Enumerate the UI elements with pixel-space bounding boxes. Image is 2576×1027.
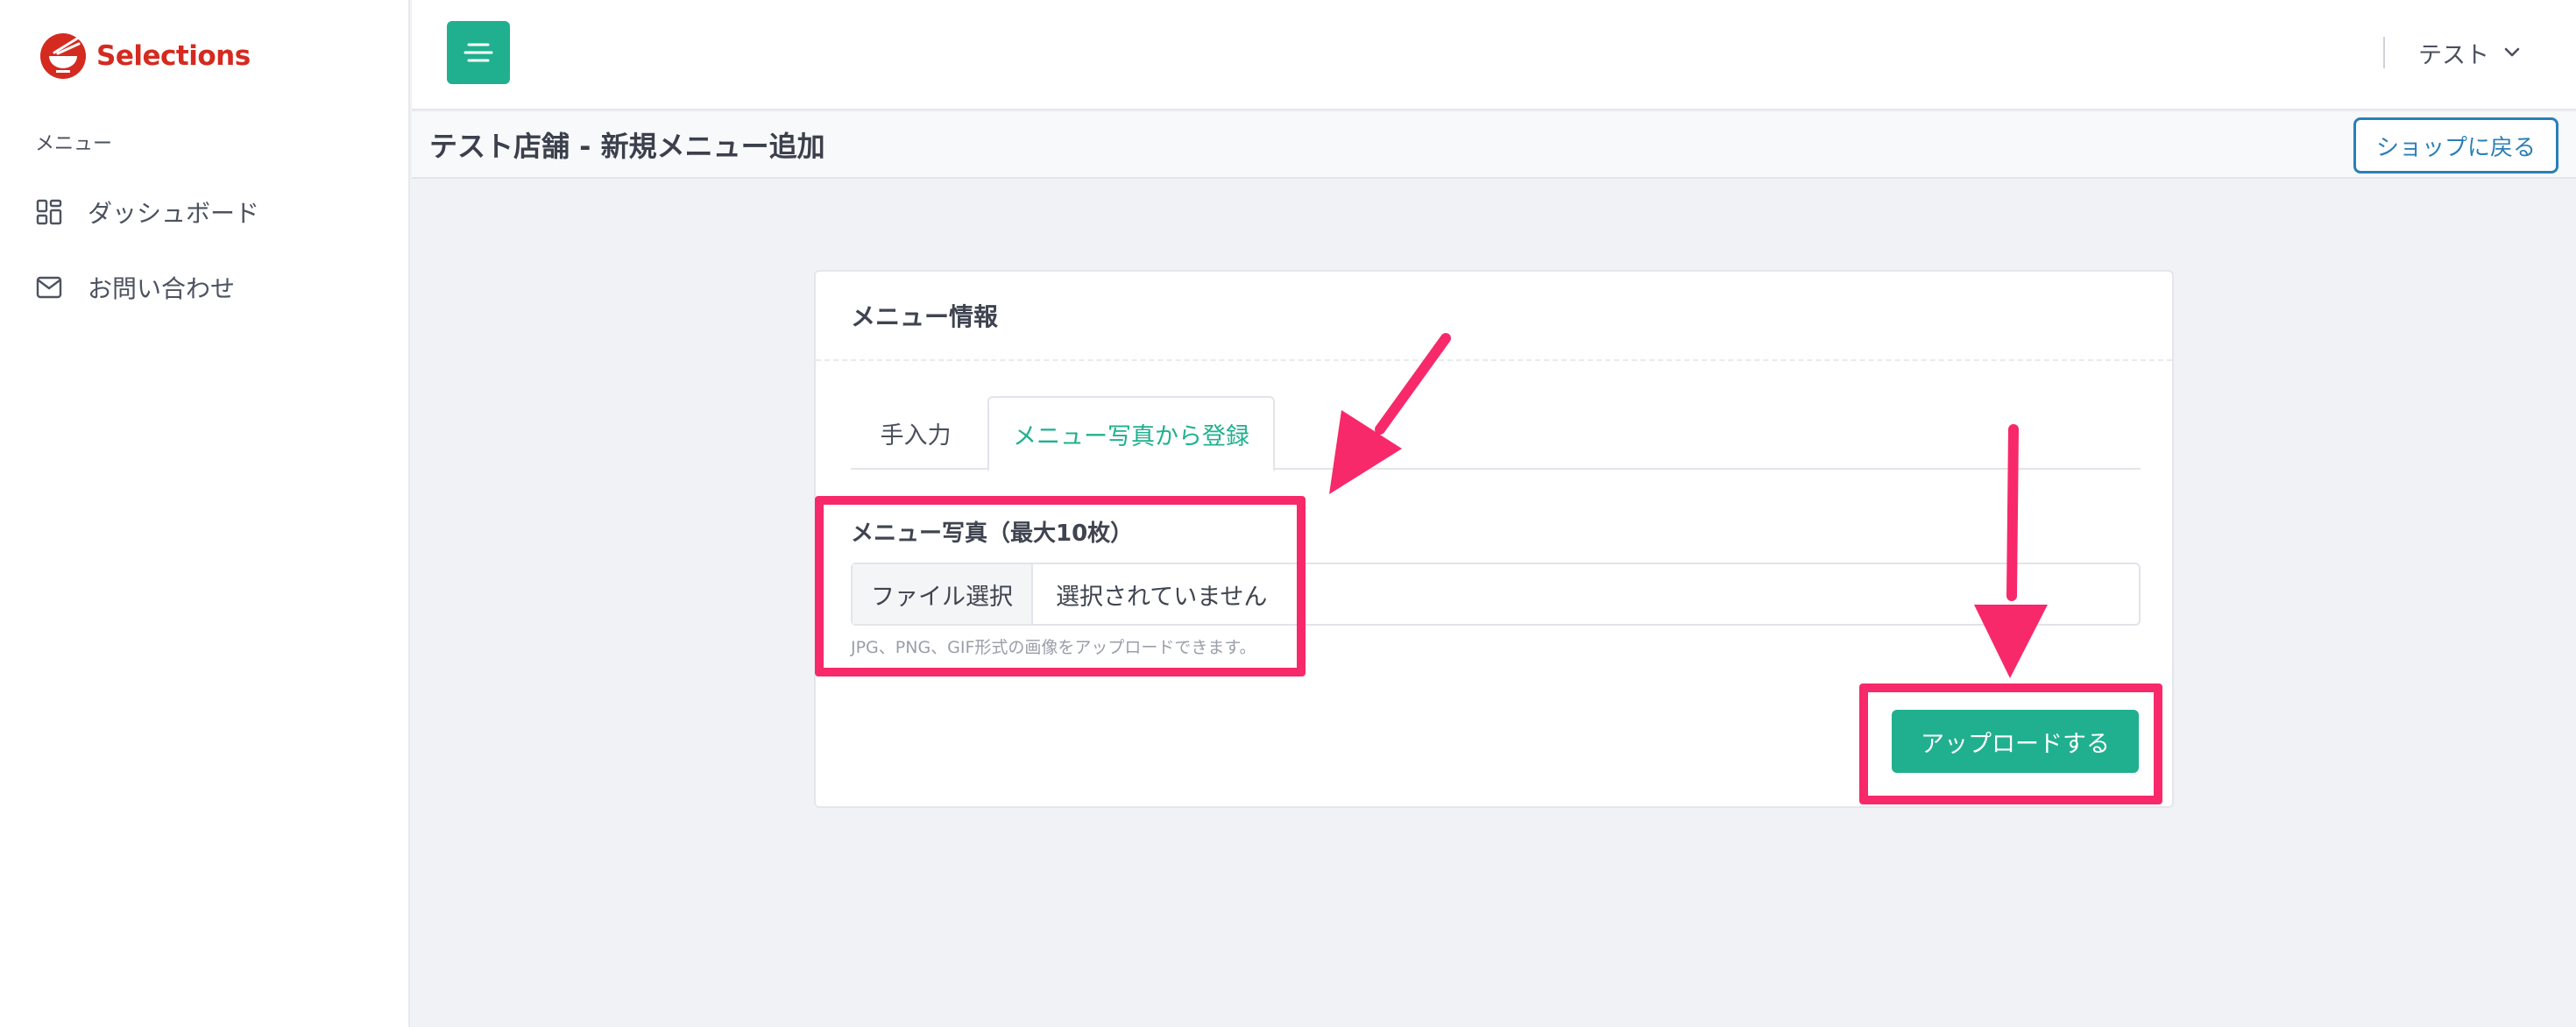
tab-bar: 手入力 メニュー写真から登録 <box>851 396 2141 471</box>
file-select-button[interactable]: ファイル選択 <box>853 564 1033 624</box>
user-menu[interactable]: テスト <box>2418 32 2521 74</box>
sidebar-item-contact[interactable]: お問い合わせ <box>35 261 235 314</box>
file-help-text: JPG、PNG、GIF形式の画像をアップロードできます。 <box>851 638 1256 657</box>
tab-manual-input[interactable]: 手入力 <box>851 396 980 470</box>
card-divider <box>816 359 2172 361</box>
user-name: テスト <box>2418 41 2489 69</box>
menu-info-card: メニュー情報 手入力 メニュー写真から登録 メニュー写真（最大10枚） ファイル… <box>814 270 2174 808</box>
menu-photo-label: メニュー写真（最大10枚） <box>851 521 1134 547</box>
brand-name: Selections <box>96 40 251 72</box>
menu-toggle-button[interactable] <box>447 21 510 84</box>
dashboard-grid-icon <box>35 198 63 226</box>
upload-button[interactable]: アップロードする <box>1892 710 2139 773</box>
topbar-divider <box>2383 37 2385 68</box>
back-to-shop-button[interactable]: ショップに戻る <box>2353 117 2558 174</box>
card-title: メニュー情報 <box>851 302 999 331</box>
menu-photo-file-input[interactable]: ファイル選択 選択されていません <box>851 563 2141 626</box>
hamburger-menu-icon <box>464 43 493 62</box>
file-status-text: 選択されていません <box>1056 583 1268 611</box>
chevron-down-icon <box>2504 47 2520 57</box>
page-title: テスト店舗 - 新規メニュー追加 <box>429 130 825 163</box>
tab-register-from-photo[interactable]: メニュー写真から登録 <box>987 396 1275 471</box>
brand-logo[interactable]: Selections <box>39 30 251 82</box>
sidebar-item-label: お問い合わせ <box>88 274 236 303</box>
sidebar-item-label: ダッシュボード <box>88 199 260 228</box>
mail-icon <box>35 273 63 301</box>
topbar: テスト <box>412 0 2576 110</box>
sidebar: Selections メニュー ダッシュボード お問い合わせ <box>0 0 410 1027</box>
sidebar-heading: メニュー <box>35 133 113 155</box>
sidebar-item-dashboard[interactable]: ダッシュボード <box>35 186 259 238</box>
page-header: テスト店舗 - 新規メニュー追加 ショップに戻る <box>412 112 2576 179</box>
bowl-chopsticks-icon <box>40 33 86 79</box>
